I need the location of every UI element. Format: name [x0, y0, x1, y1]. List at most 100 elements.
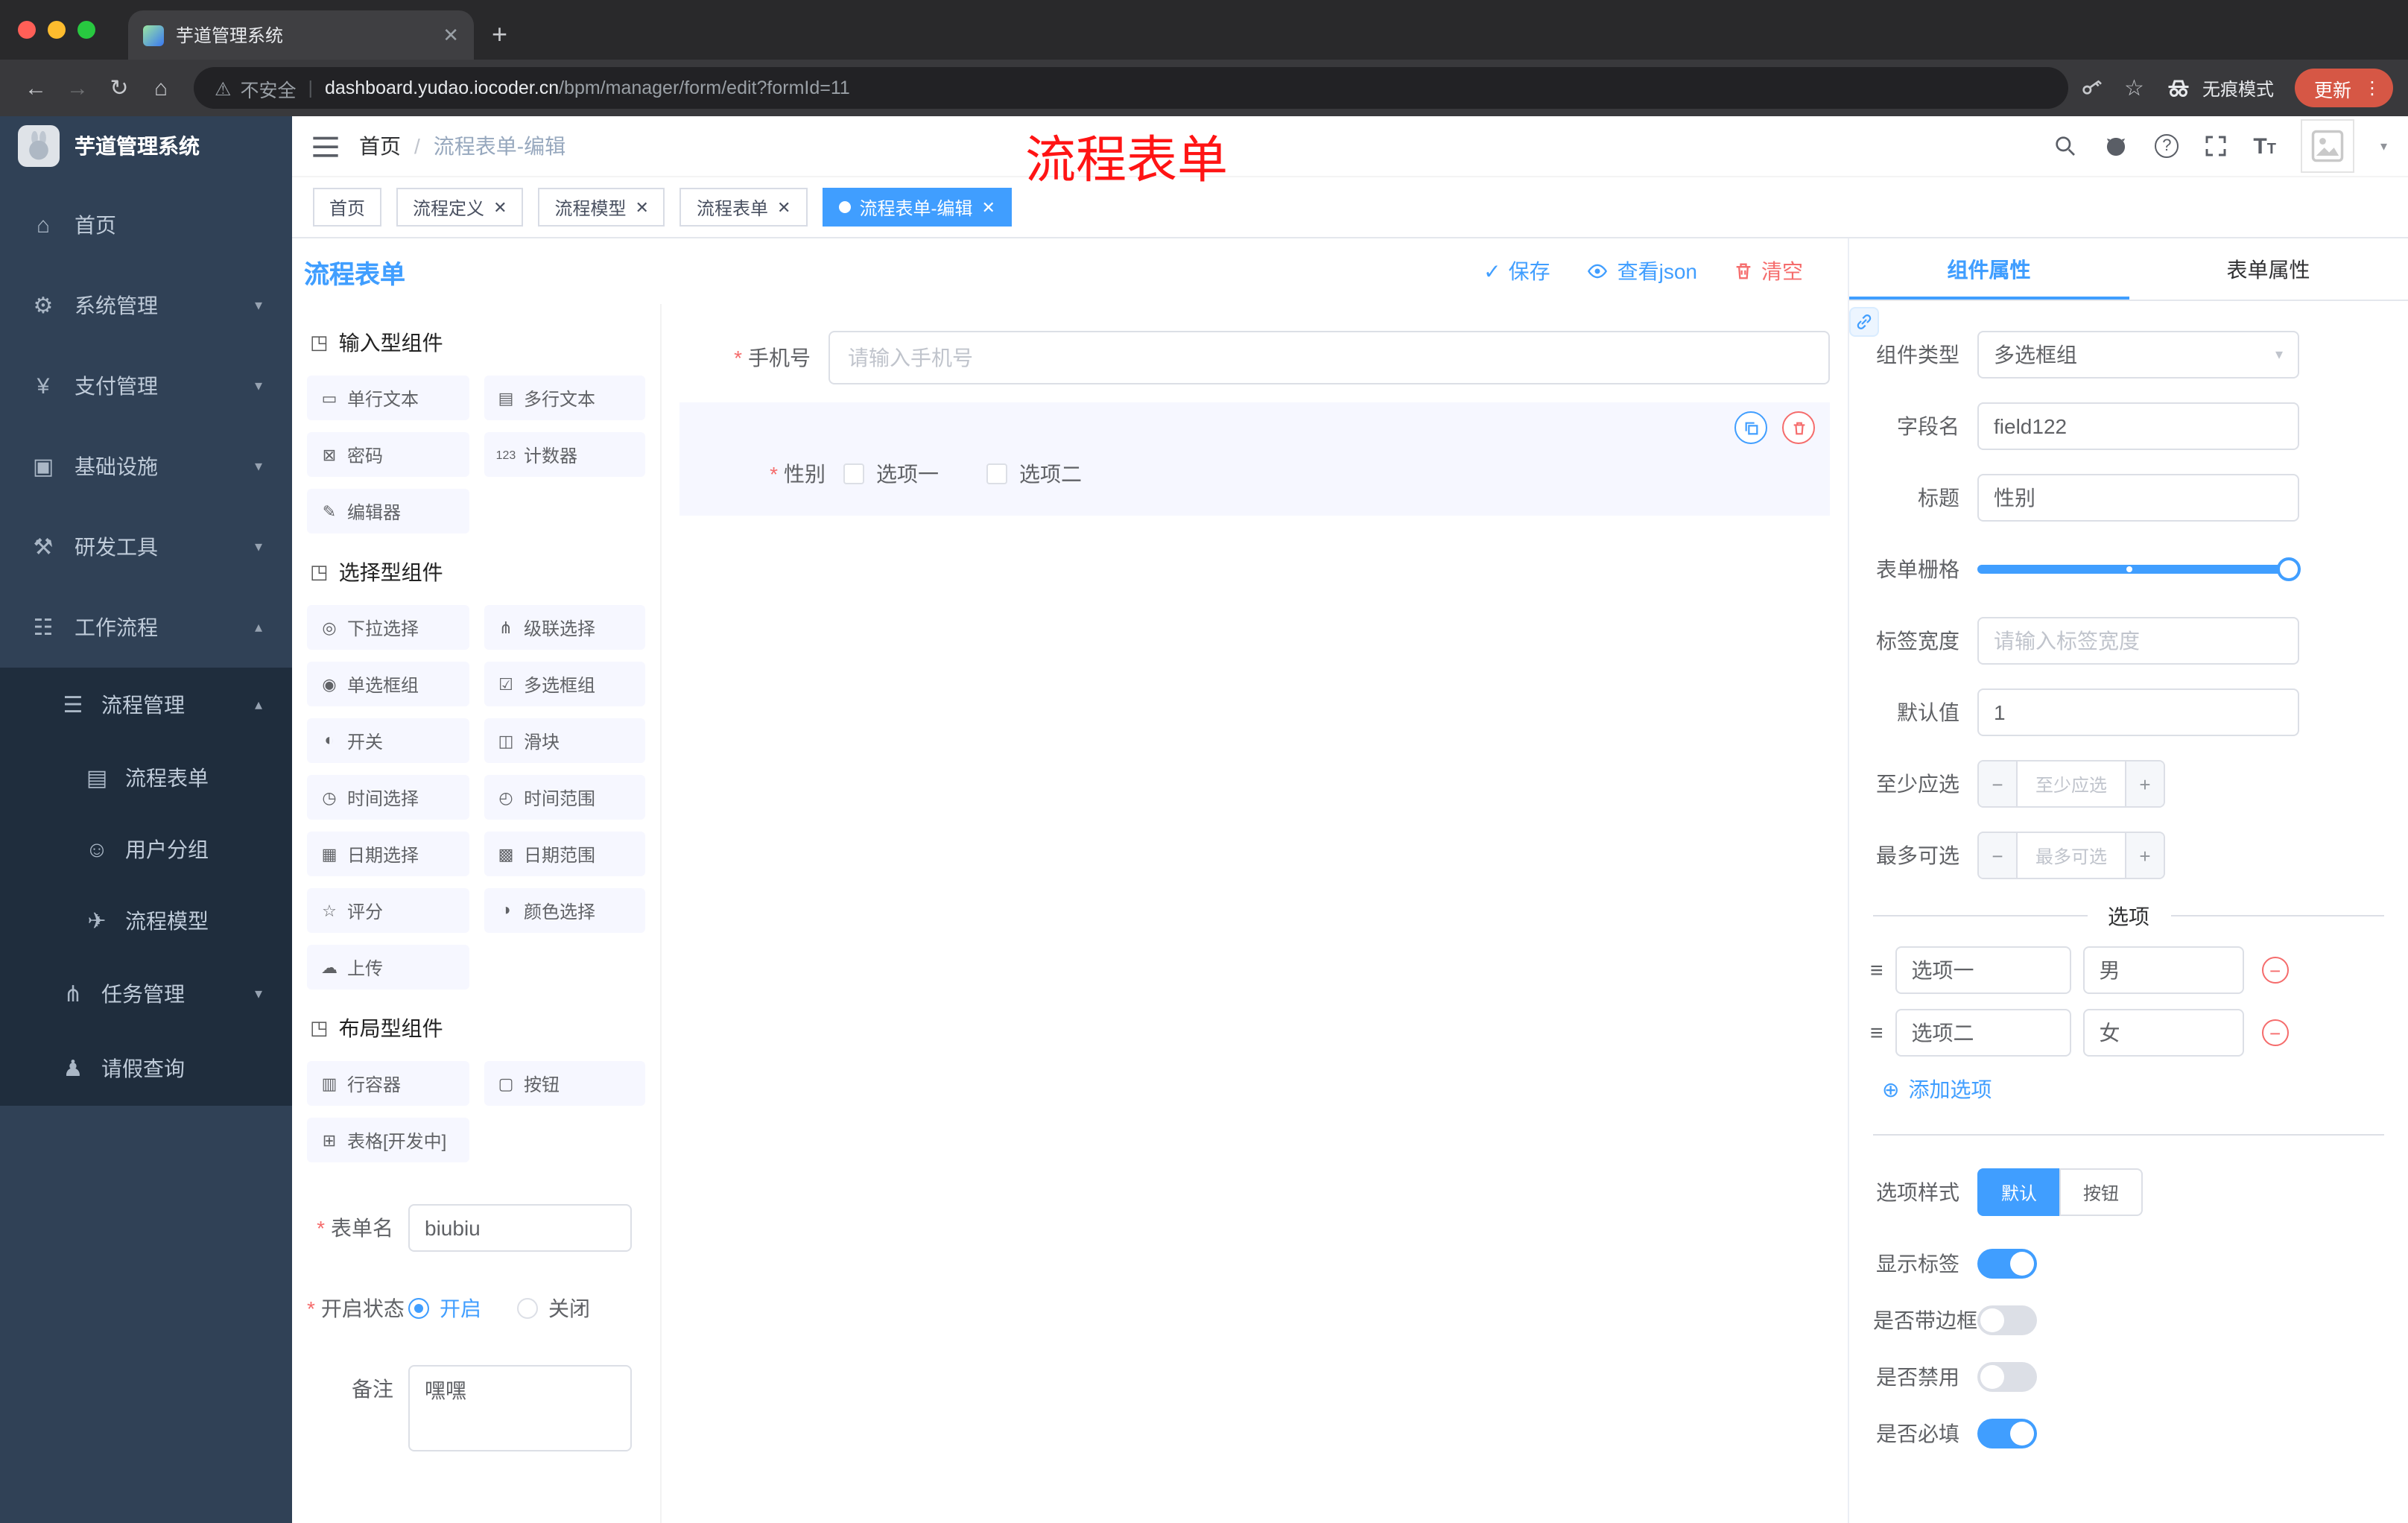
browser-tab[interactable]: 芋道管理系统 ✕ [128, 10, 474, 60]
delete-component-button[interactable] [1782, 411, 1815, 444]
palette-item-color-picker[interactable]: ◑ 颜色选择 [484, 888, 645, 933]
avatar[interactable] [2301, 119, 2355, 173]
forward-icon[interactable]: → [57, 67, 98, 109]
max-select-value[interactable]: 最多可选 [2018, 833, 2125, 878]
checkbox-option-two[interactable]: 选项二 [986, 459, 1082, 489]
remove-option-button[interactable]: − [2261, 1019, 2289, 1046]
title-input[interactable] [1977, 474, 2299, 522]
sidebar-item-devtools[interactable]: ⚒ 研发工具 ▾ [0, 507, 292, 587]
form-grid-slider[interactable] [1977, 545, 2301, 593]
checkbox-option-one[interactable]: 选项一 [843, 459, 939, 489]
palette-item-cascader[interactable]: ⋔ 级联选择 [484, 605, 645, 650]
sidebar-item-workflow[interactable]: ☷ 工作流程 ▴ [0, 587, 292, 668]
palette-item-date-picker[interactable]: ▦ 日期选择 [307, 832, 469, 876]
reload-icon[interactable]: ↻ [98, 67, 140, 109]
help-icon[interactable]: ? [2155, 134, 2179, 158]
sidebar-item-home[interactable]: ⌂ 首页 [0, 185, 292, 265]
palette-item-multi-line-text[interactable]: ▤ 多行文本 [484, 376, 645, 420]
back-icon[interactable]: ← [15, 67, 57, 109]
palette-item-checkbox-group[interactable]: ☑ 多选框组 [484, 662, 645, 706]
sidebar-item-process-management[interactable]: ☰ 流程管理 ▴ [0, 668, 292, 742]
tag-process-definition[interactable]: 流程定义 ✕ [396, 188, 524, 227]
decrease-button[interactable]: − [1979, 762, 2018, 806]
address-bar[interactable]: ⚠ 不安全 | dashboard.yudao.iocoder.cn/bpm/m… [194, 67, 2068, 109]
palette-item-switch[interactable]: ◐ 开关 [307, 718, 469, 763]
sidebar-item-process-form[interactable]: ▤ 流程表单 [0, 742, 292, 814]
show-label-switch[interactable] [1977, 1249, 2037, 1279]
sidebar-item-user-group[interactable]: ☺ 用户分组 [0, 814, 292, 885]
tab-component-props[interactable]: 组件属性 [1849, 238, 2129, 300]
field-name-input[interactable] [1977, 402, 2299, 450]
increase-button[interactable]: + [2125, 762, 2164, 806]
palette-item-button[interactable]: ▢ 按钮 [484, 1061, 645, 1106]
minimize-window-button[interactable] [48, 21, 66, 39]
view-json-button[interactable]: 查看json [1586, 256, 1697, 286]
sidebar-item-task-management[interactable]: ⋔ 任务管理 ▾ [0, 957, 292, 1031]
palette-item-time-range[interactable]: ◴ 时间范围 [484, 775, 645, 820]
sidebar-item-leave-query[interactable]: ♟ 请假查询 [0, 1031, 292, 1106]
close-icon[interactable]: ✕ [981, 197, 995, 217]
drag-handle-icon[interactable]: ≡ [1870, 1020, 1883, 1045]
palette-item-time-picker[interactable]: ◷ 时间选择 [307, 775, 469, 820]
palette-item-row-container[interactable]: ▥ 行容器 [307, 1061, 469, 1106]
remove-option-button[interactable]: − [2261, 957, 2289, 984]
palette-item-editor[interactable]: ✎ 编辑器 [307, 489, 469, 533]
tag-home[interactable]: 首页 [313, 188, 382, 227]
tab-form-props[interactable]: 表单属性 [2129, 238, 2408, 300]
min-select-value[interactable]: 至少应选 [2018, 762, 2125, 806]
phone-input[interactable] [828, 331, 1830, 384]
palette-item-password[interactable]: ⊠ 密码 [307, 432, 469, 477]
breadcrumb-home[interactable]: 首页 [359, 131, 401, 161]
decrease-button[interactable]: − [1979, 833, 2018, 878]
palette-item-rate[interactable]: ☆ 评分 [307, 888, 469, 933]
form-name-input[interactable] [408, 1204, 632, 1252]
bookmark-star-icon[interactable]: ☆ [2124, 75, 2144, 101]
logo-row[interactable]: 芋道管理系统 [0, 116, 292, 176]
palette-item-upload[interactable]: ☁ 上传 [307, 945, 469, 990]
palette-item-date-range[interactable]: ▩ 日期范围 [484, 832, 645, 876]
clear-button[interactable]: 清空 [1733, 256, 1803, 286]
copy-component-button[interactable] [1734, 411, 1767, 444]
option-value-input[interactable] [2082, 1009, 2244, 1057]
tab-close-icon[interactable]: ✕ [443, 23, 459, 47]
option-name-input[interactable] [1895, 946, 2071, 994]
update-button[interactable]: 更新 ⋮ [2294, 69, 2393, 107]
tag-process-form[interactable]: 流程表单 ✕ [679, 188, 808, 227]
palette-item-single-line-text[interactable]: ▭ 单行文本 [307, 376, 469, 420]
save-button[interactable]: ✓ 保存 [1483, 256, 1550, 286]
radio-closed[interactable]: 关闭 [517, 1294, 590, 1323]
zoom-window-button[interactable] [77, 21, 95, 39]
drag-handle-icon[interactable]: ≡ [1870, 957, 1883, 983]
style-default-button[interactable]: 默认 [1977, 1168, 2060, 1216]
tag-process-model[interactable]: 流程模型 ✕ [538, 188, 665, 227]
selected-component-gender[interactable]: 性别 选项一 选项二 [679, 402, 1830, 516]
fullscreen-icon[interactable] [2204, 134, 2228, 158]
tag-process-form-edit[interactable]: 流程表单-编辑 ✕ [822, 188, 1012, 227]
sidebar-item-payment[interactable]: ¥ 支付管理 ▾ [0, 346, 292, 426]
avatar-caret-icon[interactable]: ▾ [2380, 138, 2387, 154]
key-icon[interactable] [2079, 76, 2103, 100]
sidebar-item-infrastructure[interactable]: ▣ 基础设施 ▾ [0, 426, 292, 507]
close-icon[interactable]: ✕ [636, 197, 649, 217]
palette-item-slider[interactable]: ◫ 滑块 [484, 718, 645, 763]
sidebar-item-process-model[interactable]: ✈ 流程模型 [0, 885, 292, 957]
add-option-button[interactable]: ⊕ 添加选项 [1882, 1074, 2384, 1104]
option-value-input[interactable] [2082, 946, 2244, 994]
close-icon[interactable]: ✕ [493, 197, 507, 217]
border-switch[interactable] [1977, 1305, 2037, 1335]
option-name-input[interactable] [1895, 1009, 2071, 1057]
close-icon[interactable]: ✕ [777, 197, 790, 217]
hamburger-icon[interactable] [313, 135, 338, 157]
github-icon[interactable] [2103, 133, 2129, 159]
browser-menu-icon[interactable]: ⋮ [2363, 77, 2381, 98]
component-type-select[interactable]: 多选框组 ▾ [1977, 331, 2299, 379]
required-switch[interactable] [1977, 1419, 2037, 1448]
increase-button[interactable]: + [2125, 833, 2164, 878]
close-window-button[interactable] [18, 21, 36, 39]
slider-handle[interactable] [2277, 557, 2301, 581]
disabled-switch[interactable] [1977, 1362, 2037, 1392]
home-icon[interactable]: ⌂ [140, 67, 182, 109]
link-button[interactable] [1849, 307, 1879, 337]
default-value-input[interactable] [1977, 688, 2299, 736]
security-warning[interactable]: ⚠ 不安全 [215, 74, 296, 102]
